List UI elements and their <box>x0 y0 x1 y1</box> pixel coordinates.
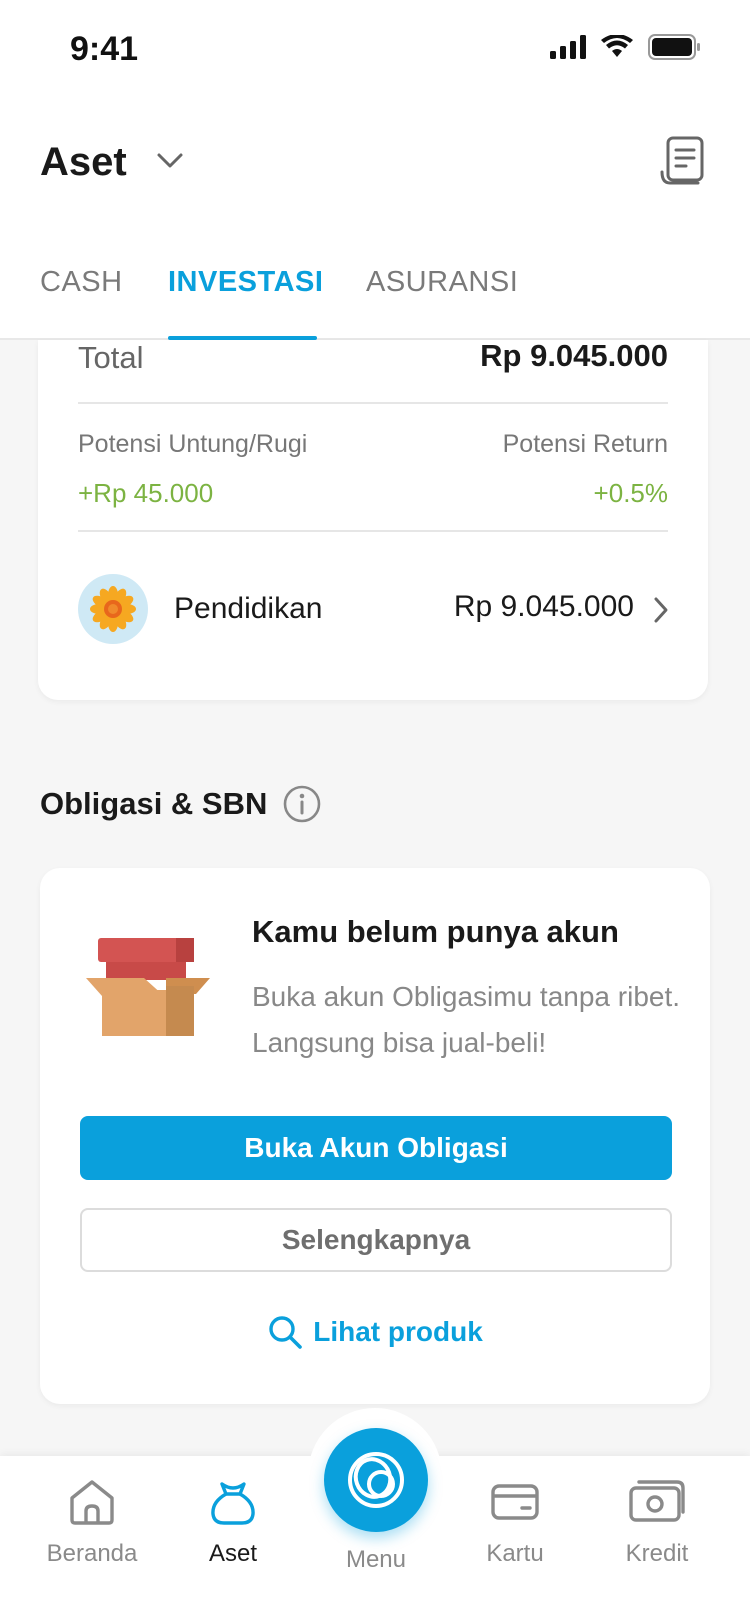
asset-tabs: CASH INVESTASI ASURANSI <box>0 230 750 340</box>
money-bag-icon <box>211 1482 255 1525</box>
tab-cash[interactable]: CASH <box>40 266 123 299</box>
goal-name[interactable]: Pendidikan <box>174 592 322 626</box>
nav-label-kartu: Kartu <box>486 1540 544 1567</box>
page-title[interactable]: Aset <box>40 140 127 185</box>
menu-button[interactable] <box>324 1428 428 1532</box>
goal-icon-badge[interactable] <box>78 574 148 644</box>
search-icon <box>269 1316 303 1349</box>
obligasi-empty-card: Kamu belum punya akun Buka akun Obligasi… <box>40 868 710 1404</box>
open-box-illustration <box>86 938 210 1036</box>
tab-asuransi[interactable]: ASURANSI <box>366 266 518 299</box>
sunflower-icon <box>90 586 136 632</box>
info-icon[interactable] <box>282 784 322 824</box>
status-icons <box>550 34 702 60</box>
chevron-right-icon[interactable] <box>652 596 670 624</box>
card-icon <box>491 1484 539 1520</box>
empty-state-description: Buka akun Obligasimu tanpa ribet. Langsu… <box>252 981 681 1058</box>
view-products-link[interactable]: Lihat produk <box>40 1314 710 1350</box>
cash-icon <box>629 1480 685 1522</box>
nav-item-kredit[interactable]: Kredit <box>592 1478 722 1568</box>
goal-value[interactable]: Rp 9.045.000 <box>454 590 634 624</box>
statement-icon[interactable] <box>660 136 706 186</box>
chevron-down-icon[interactable] <box>156 152 184 170</box>
learn-more-button[interactable]: Selengkapnya <box>80 1208 672 1272</box>
potential-gain-value: +Rp 45.000 <box>78 478 214 508</box>
battery-icon <box>648 34 700 60</box>
menu-logo-icon <box>348 1452 404 1508</box>
app-header: Aset <box>0 100 750 230</box>
nav-label-aset: Aset <box>208 1540 258 1567</box>
total-label: Total <box>78 340 144 375</box>
investment-summary-card: Total Rp 9.045.000 Potensi Untung/Rugi P… <box>38 338 708 700</box>
potential-gain-label: Potensi Untung/Rugi <box>78 430 308 458</box>
status-time: 9:41 <box>70 30 139 68</box>
divider <box>78 530 668 532</box>
open-obligasi-account-button[interactable]: Buka Akun Obligasi <box>80 1116 672 1180</box>
nav-item-kartu[interactable]: Kartu <box>450 1478 580 1568</box>
status-bar: 9:41 <box>0 0 750 100</box>
section-title-obligasi: Obligasi & SBN <box>40 786 268 821</box>
potential-return-label: Potensi Return <box>502 430 668 458</box>
wifi-icon <box>601 35 633 57</box>
nav-item-aset[interactable]: Aset <box>168 1478 298 1568</box>
view-products-label[interactable]: Lihat produk <box>313 1316 483 1348</box>
nav-item-beranda[interactable]: Beranda <box>27 1478 157 1568</box>
signal-icon <box>550 35 586 59</box>
nav-label-kredit: Kredit <box>625 1540 689 1567</box>
nav-label-beranda: Beranda <box>46 1540 138 1567</box>
total-value: Rp 9.045.000 <box>480 338 668 373</box>
tab-investasi[interactable]: INVESTASI <box>168 266 323 299</box>
home-icon <box>70 1480 114 1525</box>
empty-state-title: Kamu belum punya akun <box>252 914 619 949</box>
nav-label-menu: Menu <box>345 1546 407 1573</box>
potential-return-value: +0.5% <box>593 478 668 508</box>
divider <box>78 402 668 404</box>
